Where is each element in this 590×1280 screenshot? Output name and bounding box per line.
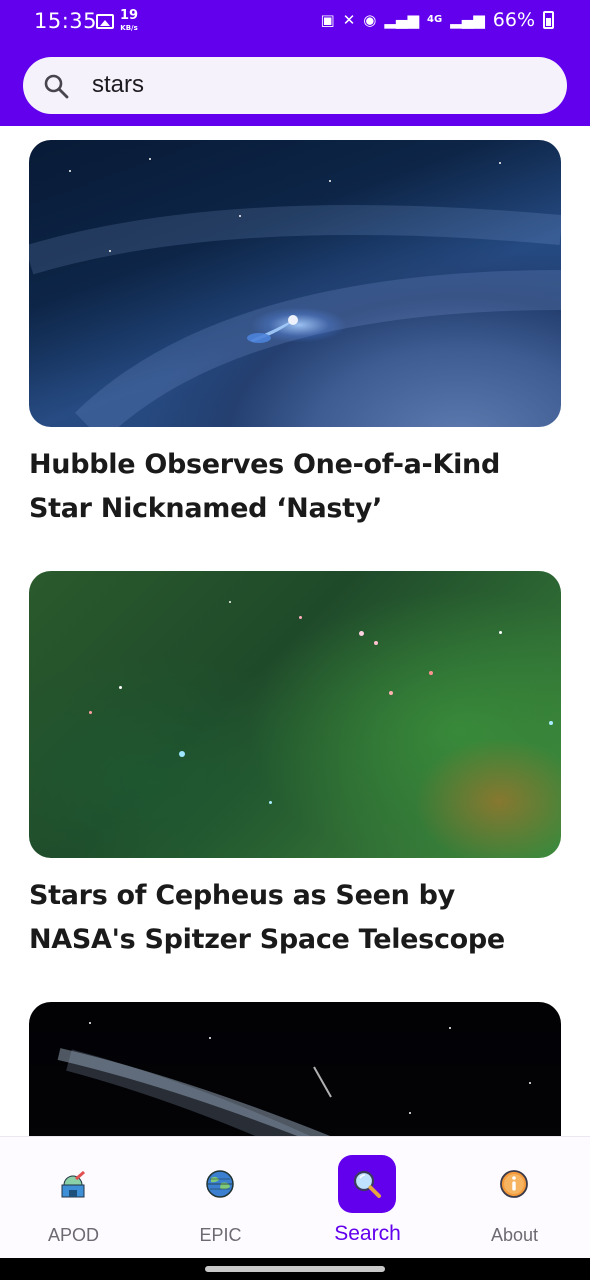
bottom-navigation: APOD EPIC Search About [0,1136,590,1258]
comet-image[interactable] [29,1002,561,1136]
observatory-icon [61,1170,85,1198]
network-speed-value: 19 [120,8,139,23]
star [429,671,433,675]
info-icon [500,1170,528,1198]
network-speed: 19 KB/s [120,8,139,34]
nebula-star-image[interactable] [29,140,561,427]
star [499,631,502,634]
star [109,250,111,252]
result-title[interactable]: Stars of Cepheus as Seen by NASA's Spitz… [29,874,561,962]
nav-item-about[interactable]: About [441,1137,588,1259]
nav-item-epic[interactable]: EPIC [147,1137,294,1259]
star [499,162,501,164]
battery-icon [543,11,554,29]
star [149,158,151,160]
system-gesture-bar [0,1258,590,1280]
star [229,601,231,603]
nav-item-apod[interactable]: APOD [0,1137,147,1259]
result-card[interactable]: Stars of Cepheus as Seen by NASA's Spitz… [29,571,561,962]
result-card[interactable]: Hubble Observes One-of-a-Kind Star Nickn… [29,140,561,531]
star [69,170,71,172]
star [299,616,302,619]
star [359,631,364,636]
star [389,691,393,695]
status-time: 15:35 [34,9,98,33]
network-speed-unit: KB/s [120,24,138,32]
nav-icon-container[interactable] [191,1155,249,1213]
nav-icon-container-active[interactable] [338,1155,396,1213]
gallery-notification-icon [96,14,114,29]
signal-icon-2: ▂▄▆ [450,11,485,29]
magnifier-icon [353,1170,381,1198]
status-icons: ▣ ✕ ◉ ▂▄▆ 4G ▂▄▆ 66% [321,9,554,31]
star [269,801,272,804]
nav-item-search[interactable]: Search [294,1137,441,1259]
search-input[interactable] [92,65,532,105]
nav-icon-container[interactable] [44,1155,102,1213]
star [119,686,122,689]
battery-percent: 66% [492,9,535,31]
star [209,1037,211,1039]
search-bar[interactable] [23,57,567,114]
star [89,711,92,714]
app-screen: 15:35 19 KB/s ▣ ✕ ◉ ▂▄▆ 4G ▂▄▆ 66% stars… [0,0,590,1280]
star [549,721,553,725]
hotspot-icon: ◉ [363,11,377,29]
search-icon[interactable] [43,73,69,99]
star [409,1112,411,1114]
star-jet-graphic [29,205,561,427]
home-gesture-handle[interactable] [205,1266,385,1272]
nav-label[interactable]: APOD [0,1225,147,1246]
star [529,1082,531,1084]
app-header: 15:35 19 KB/s ▣ ✕ ◉ ▂▄▆ 4G ▂▄▆ 66% [0,0,590,126]
comet-graphic [57,1048,332,1136]
nav-label[interactable]: About [441,1225,588,1246]
search-results-list[interactable]: Hubble Observes One-of-a-Kind Star Nickn… [0,126,590,1136]
earth-icon [206,1170,234,1198]
battery-saver-icon: ▣ [320,11,335,29]
star [329,180,331,182]
result-title[interactable]: Hubble Observes One-of-a-Kind Star Nickn… [29,443,561,531]
star [89,1022,91,1024]
result-card[interactable] [29,1002,561,1136]
star [239,215,241,217]
nav-label-active[interactable]: Search [294,1222,441,1246]
signal-icon: ▂▄▆ [384,11,419,29]
mute-icon: ✕ [342,11,356,29]
star [449,1027,451,1029]
network-type: 4G [426,14,443,25]
star [179,751,185,757]
nav-icon-container[interactable] [485,1155,543,1213]
cepheus-stars-image[interactable] [29,571,561,858]
star [374,641,378,645]
nav-label[interactable]: EPIC [147,1225,294,1246]
status-bar: 15:35 19 KB/s ▣ ✕ ◉ ▂▄▆ 4G ▂▄▆ 66% [0,0,590,44]
